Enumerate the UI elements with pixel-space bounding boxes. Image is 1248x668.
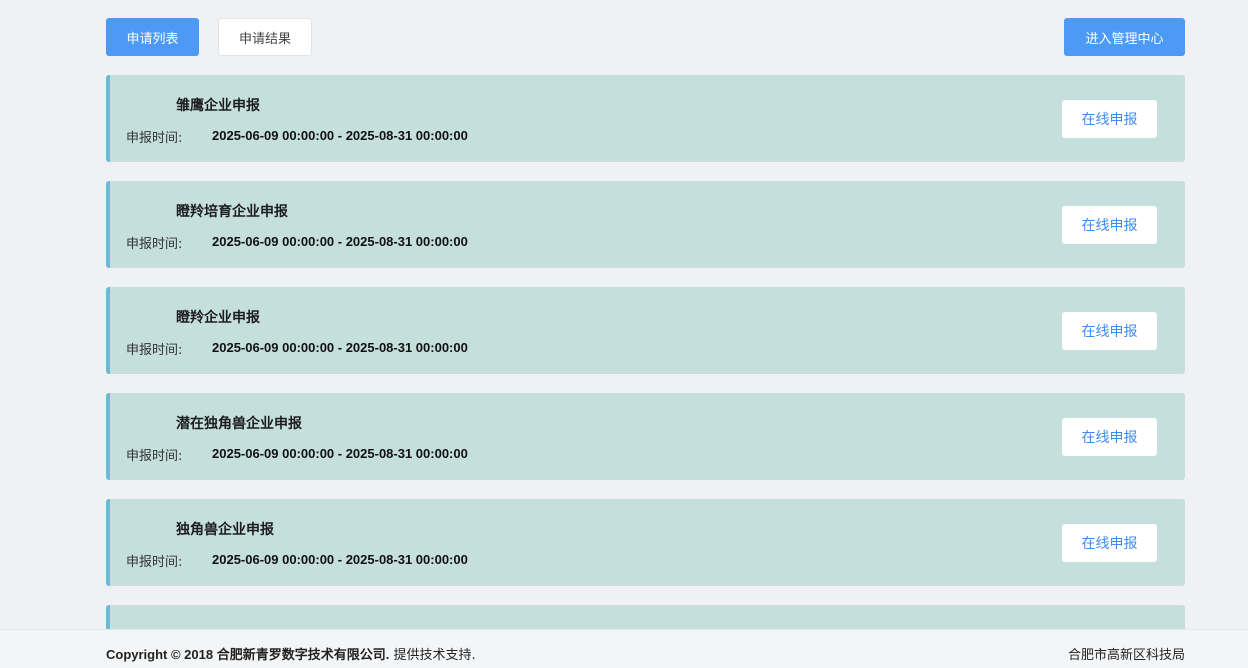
application-title: 潜在独角兽企业申报 [176, 416, 302, 432]
copyright-support: 提供技术支持. [389, 648, 476, 663]
apply-online-button[interactable]: 在线申报 [1062, 524, 1157, 562]
page-footer: Copyright © 2018 合肥新青罗数字技术有限公司. 提供技术支持. … [0, 629, 1248, 668]
top-toolbar: 申请列表 申请结果 进入管理中心 [106, 18, 1185, 56]
apply-online-button[interactable]: 在线申报 [1062, 418, 1157, 456]
application-title: 瞪羚培育企业申报 [176, 204, 288, 220]
application-title: 雏鹰企业申报 [176, 98, 260, 114]
application-card: 雏鹰企业申报 申报时间: 2025-06-09 00:00:00 - 2025-… [106, 75, 1185, 162]
tab-application-results[interactable]: 申请结果 [218, 18, 312, 56]
time-label: 申报时间: [126, 131, 183, 146]
tab-application-list[interactable]: 申请列表 [106, 18, 199, 56]
bureau-name: 合肥市高新区科技局 [1067, 648, 1185, 663]
time-range: 2025-06-09 00:00:00 - 2025-08-31 00:00:0… [212, 552, 468, 567]
time-label: 申报时间: [126, 237, 183, 252]
time-range: 2025-06-09 00:00:00 - 2025-08-31 00:00:0… [212, 340, 468, 355]
application-card: 潜在独角兽企业申报 申报时间: 2025-06-09 00:00:00 - 20… [106, 393, 1185, 480]
application-title: 独角兽企业申报 [176, 522, 274, 538]
time-range: 2025-06-09 00:00:00 - 2025-08-31 00:00:0… [212, 234, 468, 249]
time-label: 申报时间: [126, 555, 183, 570]
application-list: 雏鹰企业申报 申报时间: 2025-06-09 00:00:00 - 2025-… [106, 75, 1185, 664]
application-card: 瞪羚企业申报 申报时间: 2025-06-09 00:00:00 - 2025-… [106, 287, 1185, 374]
application-card: 瞪羚培育企业申报 申报时间: 2025-06-09 00:00:00 - 202… [106, 181, 1185, 268]
time-range: 2025-06-09 00:00:00 - 2025-08-31 00:00:0… [212, 128, 468, 143]
enter-admin-center-button[interactable]: 进入管理中心 [1064, 18, 1185, 56]
application-title: 瞪羚企业申报 [176, 310, 260, 326]
time-label: 申报时间: [126, 449, 183, 464]
time-range: 2025-06-09 00:00:00 - 2025-08-31 00:00:0… [212, 446, 468, 461]
apply-online-button[interactable]: 在线申报 [1062, 100, 1157, 138]
time-label: 申报时间: [126, 343, 183, 358]
application-card: 独角兽企业申报 申报时间: 2025-06-09 00:00:00 - 2025… [106, 499, 1185, 586]
copyright-text: Copyright © 2018 合肥新青罗数字技术有限公司. 提供技术支持. [106, 644, 476, 663]
copyright-company: Copyright © 2018 合肥新青罗数字技术有限公司. [106, 647, 390, 662]
apply-online-button[interactable]: 在线申报 [1062, 206, 1157, 244]
apply-online-button[interactable]: 在线申报 [1062, 312, 1157, 350]
